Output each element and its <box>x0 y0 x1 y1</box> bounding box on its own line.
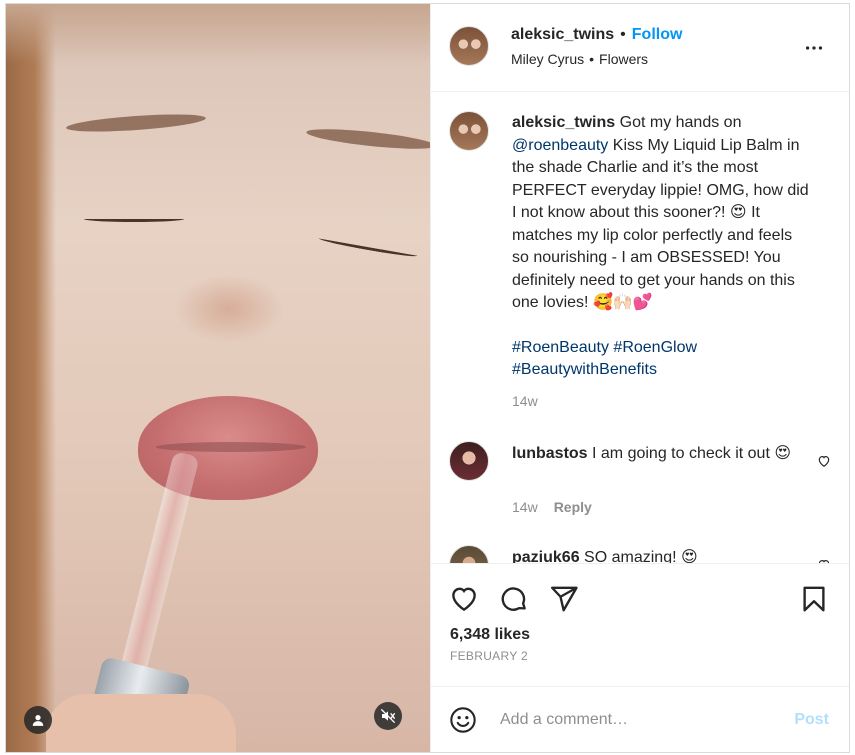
comment-username[interactable]: paziuk66 <box>512 549 580 563</box>
caption-username[interactable]: aleksic_twins <box>512 114 615 131</box>
post-date: FEBRUARY 2 <box>450 649 528 663</box>
audio-attribution[interactable]: Miley Cyrus • Flowers <box>511 51 648 67</box>
comment-body: I am going to check it out <box>592 445 770 462</box>
comment-age: 14w <box>512 499 538 515</box>
caption-emoji-1: 😍 <box>729 204 747 221</box>
comments-list[interactable]: aleksic_twins Got my hands on @roenbeaut… <box>431 93 850 563</box>
caption: aleksic_twins Got my hands on @roenbeaut… <box>512 112 812 412</box>
hashtag-2[interactable]: #RoenGlow <box>613 339 697 356</box>
post-header: aleksic_twins • Follow Miley Cyrus • Flo… <box>431 4 850 92</box>
comment-avatar[interactable] <box>449 441 489 481</box>
caption-age: 14w <box>512 392 538 409</box>
more-icon[interactable] <box>803 37 825 59</box>
post-modal: aleksic_twins • Follow Miley Cyrus • Flo… <box>0 0 855 755</box>
comment-text: lunbastos I am going to check it out 😍 <box>512 443 812 466</box>
eyelid-left <box>84 216 184 222</box>
separator-dot: • <box>620 26 626 43</box>
hair-top <box>6 4 430 64</box>
comment-text: paziuk66 SO amazing! 😍 <box>512 547 812 563</box>
audio-separator: • <box>589 51 595 67</box>
post-button[interactable]: Post <box>794 711 829 729</box>
caption-text-1: Got my hands on <box>619 114 742 131</box>
hashtag-1[interactable]: #RoenBeauty <box>512 339 609 356</box>
post-details-panel: aleksic_twins • Follow Miley Cyrus • Flo… <box>430 4 850 752</box>
eyebrow-left <box>65 111 207 135</box>
comment-avatar[interactable] <box>449 545 489 563</box>
comment-meta: 14w Reply <box>512 499 592 515</box>
post-video[interactable] <box>6 4 430 752</box>
comment-like-heart-icon[interactable] <box>817 454 831 468</box>
fingers <box>46 694 236 752</box>
author-username[interactable]: aleksic_twins <box>511 26 614 44</box>
heart-icon[interactable] <box>449 584 479 614</box>
likes-count[interactable]: 6,348 likes <box>450 626 530 644</box>
comment-emoji: 😍 <box>774 445 792 462</box>
comment-input[interactable]: Add a comment… <box>500 711 628 729</box>
follow-button[interactable]: Follow <box>632 26 683 44</box>
user-tag-icon[interactable] <box>24 706 52 734</box>
bookmark-icon[interactable] <box>799 584 829 614</box>
eyebrow-right <box>305 125 430 153</box>
reply-button[interactable]: Reply <box>554 499 592 515</box>
audio-artist[interactable]: Miley Cyrus <box>511 51 584 67</box>
mute-icon[interactable] <box>374 702 402 730</box>
audio-track[interactable]: Flowers <box>599 51 648 67</box>
eyelid-right <box>318 235 418 259</box>
comment-body: SO amazing! <box>584 549 677 563</box>
comment-icon[interactable] <box>499 584 529 614</box>
author-avatar[interactable] <box>449 26 489 66</box>
emoji-icon[interactable] <box>449 706 477 734</box>
caption-avatar[interactable] <box>449 111 489 151</box>
comment-username[interactable]: lunbastos <box>512 445 588 462</box>
add-comment-bar: Add a comment… Post <box>431 686 850 752</box>
comment-emoji: 😍 <box>680 549 698 563</box>
share-icon[interactable] <box>549 584 579 614</box>
nose <box>174 274 284 344</box>
hair <box>6 4 56 752</box>
caption-mention[interactable]: @roenbeauty <box>512 137 608 154</box>
caption-emoji-2: 🥰🙌🏻💕 <box>592 294 653 311</box>
action-bar <box>431 563 850 686</box>
lips-line <box>156 442 306 452</box>
hashtag-3[interactable]: #BeautywithBenefits <box>512 361 657 378</box>
